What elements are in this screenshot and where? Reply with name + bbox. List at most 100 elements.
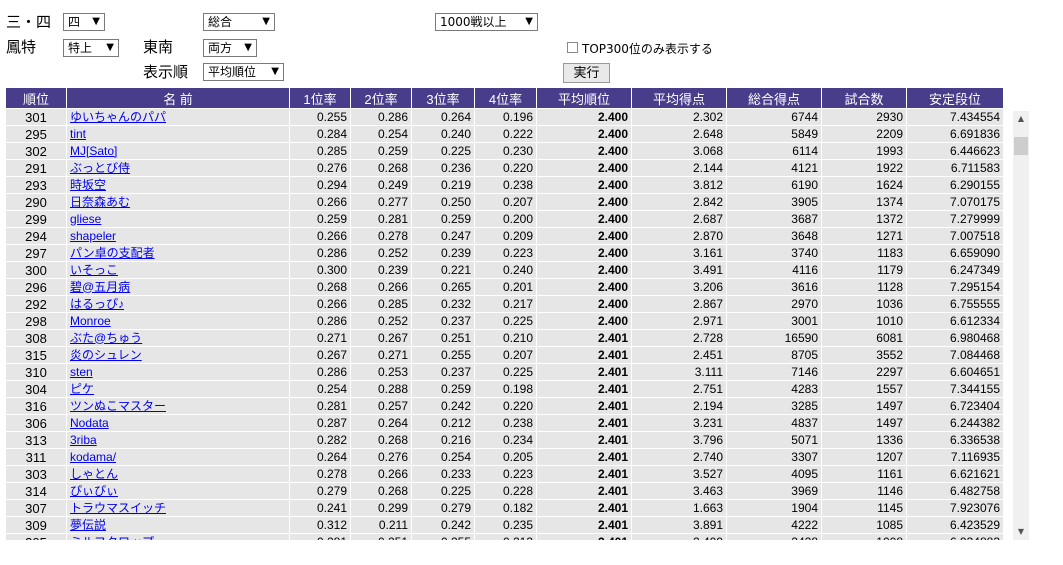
- cell-average-rank: 2.400: [536, 261, 632, 279]
- cell-total-score: 8705: [726, 346, 822, 364]
- header-average-rank[interactable]: 平均順位: [536, 88, 632, 109]
- rounds-select[interactable]: 両方 ▼: [203, 39, 257, 57]
- table-row: 307 トラウマスイッチ 0.241 0.299 0.279 0.182 2.401 1.66…: [5, 499, 1003, 517]
- player-name-link[interactable]: 時坂空: [70, 178, 106, 192]
- cell-first-rate: 0.286: [289, 363, 351, 381]
- scope-select[interactable]: 総合 ▼: [203, 13, 275, 31]
- header-name[interactable]: 名 前: [66, 88, 290, 109]
- cell-average-rank: 2.401: [536, 482, 632, 500]
- player-name-link[interactable]: ツンぬこマスター: [70, 399, 166, 413]
- top300-checkbox[interactable]: [567, 42, 578, 53]
- player-name-link[interactable]: パン卓の支配者: [70, 246, 155, 260]
- cell-fourth-rate: 0.238: [474, 414, 537, 432]
- player-name-link[interactable]: gliese: [70, 212, 101, 226]
- cell-first-rate: 0.287: [289, 414, 351, 432]
- player-name-link[interactable]: ぶっとび侍: [70, 161, 130, 175]
- scrollbar-thumb[interactable]: [1014, 137, 1028, 155]
- cell-games: 3552: [821, 346, 907, 364]
- cell-fourth-rate: 0.207: [474, 346, 537, 364]
- cell-total-score: 16590: [726, 329, 822, 347]
- cell-total-score: 6114: [726, 142, 822, 160]
- cell-games: 2209: [821, 125, 907, 143]
- cell-third-rate: 0.221: [411, 261, 475, 279]
- cell-stable-dan: 6.755555: [906, 295, 1003, 313]
- cell-rank: 300: [5, 261, 67, 279]
- cell-first-rate: 0.286: [289, 312, 351, 330]
- cell-fourth-rate: 0.240: [474, 261, 537, 279]
- player-name-link[interactable]: Nodata: [70, 416, 109, 430]
- scroll-down-icon[interactable]: ▼: [1013, 524, 1029, 540]
- cell-average-score: 3.111: [631, 363, 727, 381]
- cell-third-rate: 0.250: [411, 193, 475, 211]
- cell-games: 2297: [821, 363, 907, 381]
- player-name-link[interactable]: ゆいちゃんのパパ: [70, 110, 166, 124]
- header-games[interactable]: 試合数: [821, 88, 907, 109]
- player-name-link[interactable]: MJ[Sato]: [70, 144, 117, 158]
- cell-average-rank: 2.400: [536, 159, 632, 177]
- cell-second-rate: 0.266: [350, 465, 412, 483]
- player-name-link[interactable]: 夢伝説: [70, 518, 106, 532]
- header-rank[interactable]: 順位: [5, 88, 67, 109]
- cell-rank: 314: [5, 482, 67, 500]
- player-name-link[interactable]: いそっこ: [70, 263, 118, 277]
- table-row: 294 shapeler 0.266 0.278 0.247 0.209 2.400 2.87…: [5, 227, 1003, 245]
- cell-name: 碧@五月病: [66, 278, 290, 296]
- cell-second-rate: 0.252: [350, 244, 412, 262]
- player-name-link[interactable]: ぴぃぴぃ: [70, 484, 118, 498]
- table-row: 310 sten 0.286 0.253 0.237 0.225 2.401 3.111 714…: [5, 363, 1003, 381]
- header-average-score[interactable]: 平均得点: [631, 88, 727, 109]
- cell-third-rate: 0.225: [411, 482, 475, 500]
- cell-second-rate: 0.268: [350, 159, 412, 177]
- player-name-link[interactable]: ぶた@ちゅう: [70, 331, 142, 345]
- player-name-link[interactable]: ピケ: [70, 382, 94, 396]
- cell-average-score: 2.728: [631, 329, 727, 347]
- cell-third-rate: 0.259: [411, 380, 475, 398]
- games-select[interactable]: 1000戦以上 ▼: [435, 13, 538, 31]
- player-name-link[interactable]: tint: [70, 127, 86, 141]
- cell-average-rank: 2.400: [536, 312, 632, 330]
- player-name-link[interactable]: はるっぴ♪: [70, 297, 124, 311]
- scroll-up-icon[interactable]: ▲: [1013, 111, 1029, 127]
- room-select[interactable]: 特上 ▼: [63, 39, 119, 57]
- player-name-link[interactable]: 日奈森あむ: [70, 195, 130, 209]
- cell-name: tint: [66, 125, 290, 143]
- sort-select[interactable]: 平均順位 ▼: [203, 63, 284, 81]
- games-select-value: 1000戦以上: [440, 15, 507, 29]
- mode-select[interactable]: 四 ▼: [63, 13, 105, 31]
- cell-second-rate: 0.253: [350, 363, 412, 381]
- player-name-link[interactable]: しゃとん: [70, 467, 118, 481]
- cell-fourth-rate: 0.217: [474, 295, 537, 313]
- player-name-link[interactable]: ミルフクロップ: [70, 535, 154, 541]
- header-third-rate[interactable]: 3位率: [411, 88, 475, 109]
- header-first-rate[interactable]: 1位率: [289, 88, 351, 109]
- cell-rank: 308: [5, 329, 67, 347]
- player-name-link[interactable]: Monroe: [70, 314, 111, 328]
- cell-total-score: 2428: [726, 533, 822, 540]
- header-fourth-rate[interactable]: 4位率: [474, 88, 537, 109]
- chevron-down-icon: ▼: [271, 66, 279, 77]
- header-stable-dan[interactable]: 安定段位: [906, 88, 1003, 109]
- player-name-link[interactable]: 碧@五月病: [70, 280, 130, 294]
- player-name-link[interactable]: 炎のシュレン: [70, 348, 142, 362]
- cell-stable-dan: 7.434554: [906, 108, 1003, 126]
- cell-stable-dan: 6.604651: [906, 363, 1003, 381]
- cell-total-score: 3285: [726, 397, 822, 415]
- player-name-link[interactable]: kodama/: [70, 450, 116, 464]
- player-name-link[interactable]: トラウマスイッチ: [70, 501, 166, 515]
- player-name-link[interactable]: shapeler: [70, 229, 116, 243]
- cell-fourth-rate: 0.225: [474, 363, 537, 381]
- cell-name: いそっこ: [66, 261, 290, 279]
- vertical-scrollbar[interactable]: ▲ ▼: [1013, 111, 1029, 540]
- header-second-rate[interactable]: 2位率: [350, 88, 412, 109]
- cell-games: 1145: [821, 499, 907, 517]
- execute-button[interactable]: 実行: [563, 63, 610, 83]
- cell-name: MJ[Sato]: [66, 142, 290, 160]
- cell-total-score: 6744: [726, 108, 822, 126]
- player-name-link[interactable]: sten: [70, 365, 93, 379]
- header-total-score[interactable]: 総合得点: [726, 88, 822, 109]
- cell-average-score: 3.527: [631, 465, 727, 483]
- cell-second-rate: 0.278: [350, 227, 412, 245]
- cell-total-score: 3687: [726, 210, 822, 228]
- player-name-link[interactable]: 3riba: [70, 433, 97, 447]
- cell-rank: 306: [5, 414, 67, 432]
